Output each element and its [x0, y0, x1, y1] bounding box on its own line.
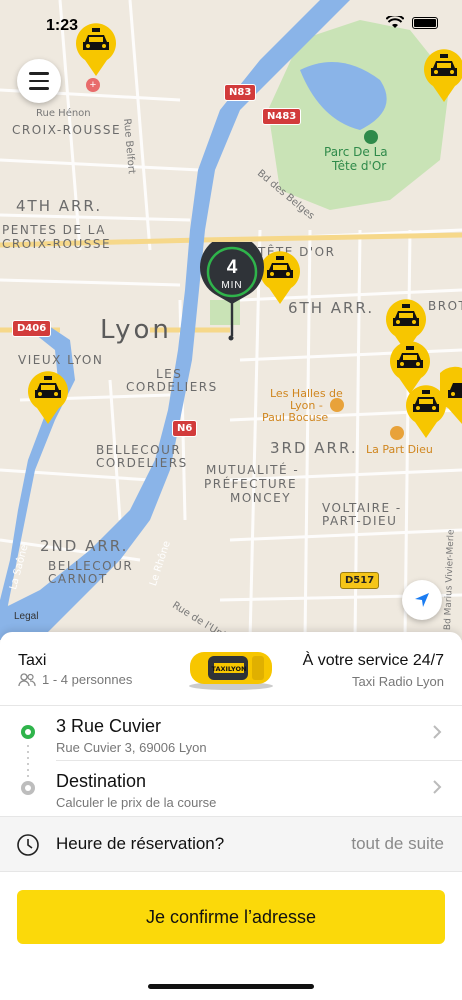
menu-button[interactable] [17, 59, 61, 103]
hamburger-icon [29, 72, 49, 75]
city-label: Lyon [100, 315, 172, 345]
car-badge-text: TAXILYON [212, 665, 247, 673]
booking-time-label: Heure de réservation? [56, 834, 225, 853]
availability-text: À votre service 24/7 [302, 652, 444, 669]
district-label: 3RD ARR. [270, 439, 358, 457]
neighborhood-label: CORDELIERS [126, 380, 218, 394]
road-shield: D406 [12, 320, 52, 337]
neighborhood-label: BROT [428, 299, 462, 313]
home-indicator[interactable] [148, 984, 314, 989]
destination-title: Destination [56, 771, 147, 791]
road-shield: N6 [172, 420, 198, 437]
service-title: Taxi [18, 652, 47, 669]
poi-label: La Part Dieu [366, 443, 433, 456]
taxi-pin-icon[interactable] [72, 18, 120, 78]
battery-icon [412, 16, 438, 29]
park-icon [364, 130, 378, 144]
booking-time-row[interactable]: Heure de réservation? tout de suite [0, 816, 462, 872]
eta-unit: MIN [221, 280, 243, 291]
passenger-capacity: 1 - 4 personnes [18, 672, 132, 687]
taxi-pin-icon[interactable] [24, 366, 72, 426]
people-icon [18, 672, 36, 686]
pickup-address-row[interactable]: 3 Rue Cuvier Rue Cuvier 3, 69006 Lyon [0, 706, 462, 762]
poi-label: Tête d'Or [332, 159, 387, 173]
pickup-subtitle: Rue Cuvier 3, 69006 Lyon [56, 740, 207, 755]
pickup-eta-pin[interactable]: 4 MIN [198, 235, 266, 342]
neighborhood-label: PRÉFECTURE [204, 477, 298, 491]
taxi-car-image: TAXILYON [189, 652, 273, 690]
chevron-right-icon [433, 780, 442, 794]
neighborhood-label: CORDELIERS [96, 456, 188, 470]
neighborhood-label: MUTUALITÉ - [206, 463, 300, 477]
neighborhood-label: CARNOT [48, 572, 108, 586]
taxi-pin-icon[interactable] [420, 44, 462, 104]
neighborhood-label: PENTES DE LA [2, 223, 106, 237]
chevron-right-icon [433, 725, 442, 739]
navigation-arrow-icon [415, 593, 429, 607]
company-name: Taxi Radio Lyon [351, 674, 444, 689]
neighborhood-label: MONCEY [230, 491, 292, 505]
road-shield: N83 [224, 84, 257, 101]
neighborhood-label: PART-DIEU [322, 514, 398, 528]
shopping-icon [330, 398, 344, 412]
neighborhood-label: CROIX-ROUSSE [12, 123, 122, 137]
road-shield: N483 [262, 108, 302, 125]
capacity-text: 1 - 4 personnes [42, 672, 133, 687]
confirm-address-button[interactable]: Je confirme l’adresse [17, 890, 445, 944]
destination-subtitle: Calculer le prix de la course [56, 795, 217, 810]
locate-me-button[interactable] [402, 580, 442, 620]
neighborhood-label: CROIX-ROUSSE [2, 237, 112, 251]
hospital-icon: + [86, 78, 100, 92]
taxi-pin-icon[interactable] [440, 366, 462, 426]
destination-row[interactable]: Destination Calculer le prix de la cours… [0, 761, 462, 817]
poi-label: Paul Bocuse [262, 411, 329, 424]
eta-value: 4 [226, 257, 238, 278]
status-icons [386, 16, 438, 29]
road-shield: D517 [340, 572, 380, 589]
booking-time-value: tout de suite [351, 834, 444, 853]
clock-icon [17, 834, 39, 856]
legal-link[interactable]: Legal [14, 611, 38, 622]
pickup-title: 3 Rue Cuvier [56, 716, 162, 736]
booking-sheet: Taxi 1 - 4 personnes TAXILYON À votre se… [0, 632, 462, 1000]
district-label: 4TH ARR. [16, 197, 103, 215]
status-time: 1:23 [46, 17, 79, 34]
wifi-icon [386, 16, 404, 28]
district-label: 2ND ARR. [40, 537, 129, 555]
service-summary[interactable]: Taxi 1 - 4 personnes TAXILYON À votre se… [0, 632, 462, 706]
poi-label: Parc De La [324, 145, 388, 159]
street-label: Rue Hénon [36, 108, 91, 119]
map-view[interactable]: Lyon 4TH ARR. 6TH ARR. 3RD ARR. 2ND ARR.… [0, 0, 462, 640]
